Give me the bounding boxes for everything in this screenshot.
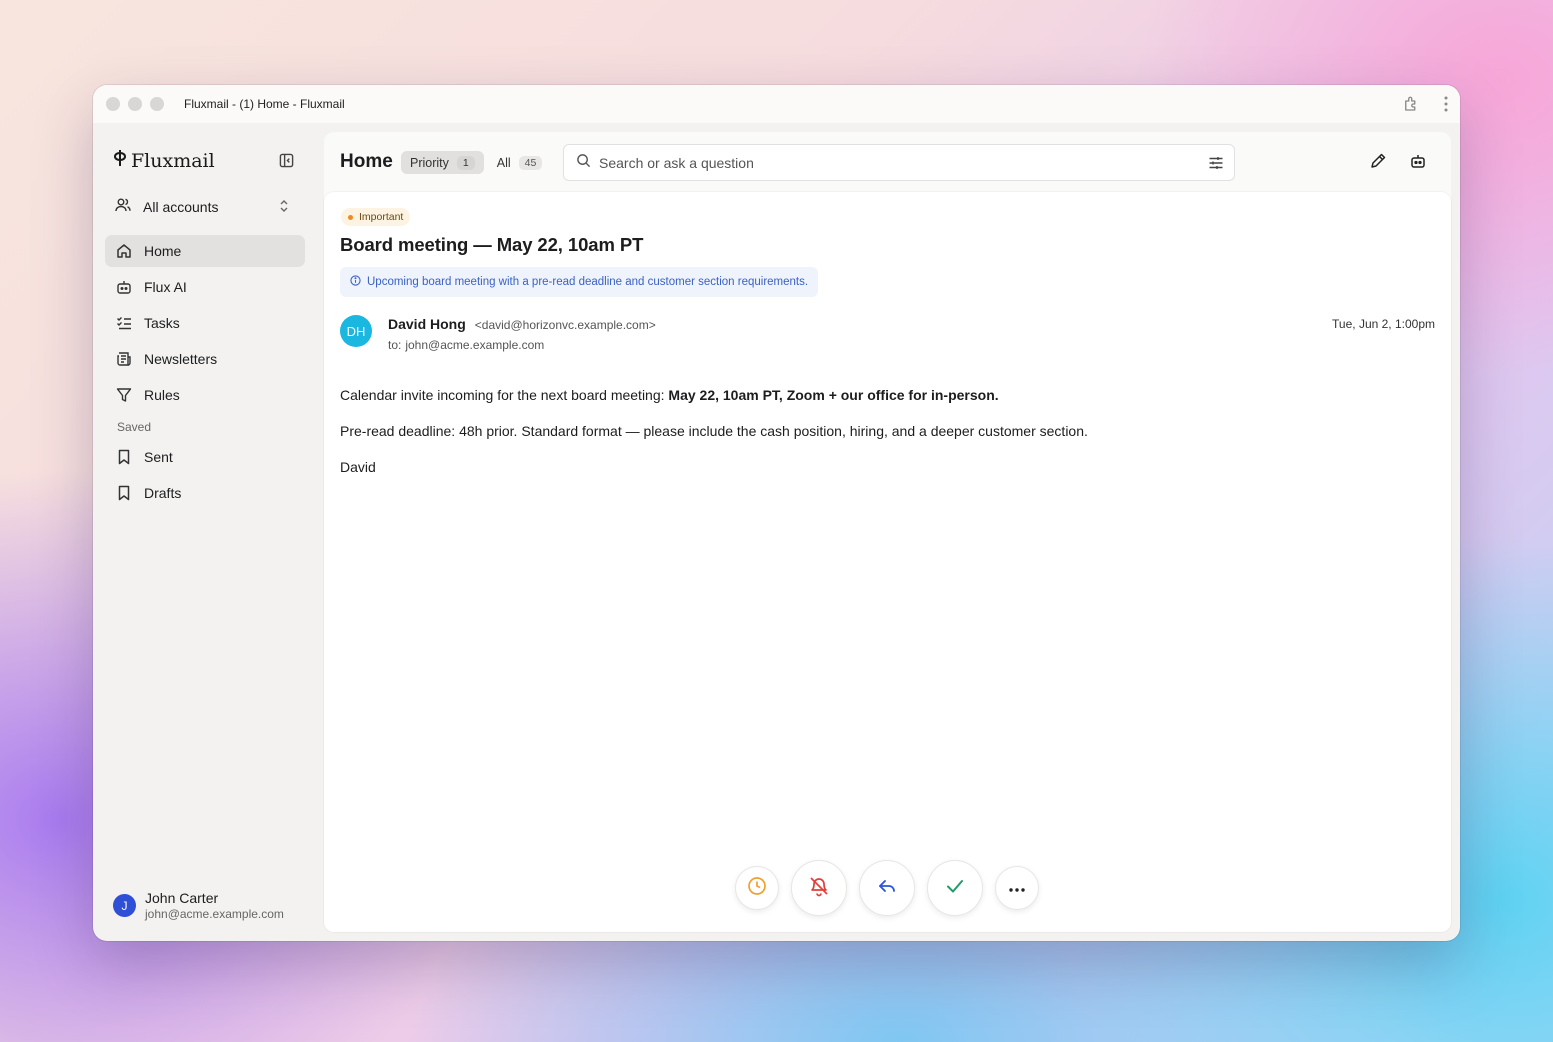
- body-text: Calendar invite incoming for the next bo…: [340, 387, 669, 403]
- mark-done-button[interactable]: [927, 860, 983, 916]
- sidebar-item-tasks[interactable]: Tasks: [105, 307, 305, 339]
- tab-priority[interactable]: Priority 1: [401, 151, 484, 174]
- action-bar: [735, 860, 1039, 916]
- body-bold-text: May 22, 10am PT, Zoom + our office for i…: [668, 387, 999, 403]
- sidebar-item-flux-ai[interactable]: Flux AI: [105, 271, 305, 303]
- more-actions-button[interactable]: [995, 866, 1039, 910]
- reply-button[interactable]: [859, 860, 915, 916]
- bookmark-icon: [116, 485, 132, 501]
- robot-icon: [116, 279, 132, 295]
- badge-label: Important: [359, 211, 404, 223]
- signature: David: [340, 459, 376, 475]
- snooze-button[interactable]: [735, 866, 779, 910]
- filter-icon: [116, 387, 132, 403]
- brand-mark-icon: [113, 149, 127, 172]
- sidebar-item-label: Rules: [144, 387, 180, 403]
- sidebar-item-label: Home: [144, 243, 182, 259]
- status-dot: [348, 214, 353, 220]
- users-icon: [115, 197, 131, 218]
- ellipsis-icon: [1009, 879, 1025, 897]
- sidebar-nav: Home Flux AI Tasks Newsletters Rules Sav…: [105, 235, 305, 513]
- page-title: Home: [340, 151, 393, 172]
- clock-icon: [747, 876, 767, 901]
- important-badge: Important: [341, 208, 411, 226]
- title-bar: Fluxmail - (1) Home - Fluxmail: [93, 85, 1460, 123]
- collapse-sidebar-icon[interactable]: [279, 153, 294, 173]
- assistant-robot-icon[interactable]: [1409, 152, 1427, 175]
- user-profile[interactable]: J John Carter john@acme.example.com: [113, 890, 284, 921]
- sender-name[interactable]: David Hong: [388, 316, 466, 332]
- filter-sliders-icon[interactable]: [1208, 155, 1224, 176]
- sidebar-item-label: Tasks: [144, 315, 180, 331]
- main-header: Home Priority 1 All 45: [324, 132, 1451, 192]
- check-icon: [944, 875, 966, 902]
- extension-icon[interactable]: [1402, 95, 1420, 113]
- avatar: J: [113, 894, 136, 917]
- accounts-label: All accounts: [143, 199, 219, 215]
- recipient-line: to: john@acme.example.com: [388, 338, 544, 352]
- bell-off-icon: [808, 875, 830, 902]
- window-controls: [106, 97, 164, 111]
- ai-summary: Upcoming board meeting with a pre-read d…: [340, 267, 819, 297]
- sidebar-item-label: Flux AI: [144, 279, 187, 295]
- sidebar-item-newsletters[interactable]: Newsletters: [105, 343, 305, 375]
- to-label: to:: [388, 338, 402, 352]
- reply-arrow-icon: [877, 876, 897, 901]
- compose-icon[interactable]: [1369, 152, 1387, 175]
- body-paragraph: Calendar invite incoming for the next bo…: [340, 387, 1088, 404]
- chevron-up-down-icon: [279, 199, 289, 218]
- tab-label: All: [496, 155, 511, 170]
- maximize-window-button[interactable]: [150, 97, 164, 111]
- tab-count: 45: [518, 155, 543, 170]
- body-paragraph: Pre-read deadline: 48h prior. Standard f…: [340, 423, 1088, 439]
- sender-email: <david@horizonvc.example.com>: [474, 318, 656, 332]
- minimize-window-button[interactable]: [128, 97, 142, 111]
- more-menu-icon[interactable]: [1444, 96, 1448, 112]
- search-input[interactable]: [599, 154, 1159, 171]
- saved-section-label: Saved: [117, 420, 152, 434]
- home-icon: [116, 243, 132, 259]
- app-window: Fluxmail - (1) Home - Fluxmail Fluxmail …: [93, 85, 1460, 941]
- main-panel: Home Priority 1 All 45 Search or ask a q…: [324, 132, 1451, 932]
- sidebar: Fluxmail All accounts Home Flux AI Tasks…: [93, 123, 319, 941]
- newspaper-icon: [116, 351, 132, 367]
- sidebar-item-label: Sent: [144, 449, 173, 465]
- sender-avatar: DH: [340, 315, 372, 347]
- summary-text: Upcoming board meeting with a pre-read d…: [367, 276, 809, 288]
- email-date: Tue, Jun 2, 1:00pm: [1332, 317, 1435, 331]
- brand-logo[interactable]: Fluxmail: [113, 149, 215, 172]
- window-title: Fluxmail - (1) Home - Fluxmail: [184, 97, 345, 111]
- sidebar-item-label: Newsletters: [144, 351, 218, 367]
- mute-button[interactable]: [791, 860, 847, 916]
- sidebar-item-label: Drafts: [144, 485, 182, 501]
- tasks-icon: [116, 315, 132, 331]
- brand-name: Fluxmail: [131, 149, 215, 172]
- email-view: Important Board meeting — May 22, 10am P…: [324, 192, 1451, 932]
- tab-label: Priority: [410, 155, 449, 170]
- sidebar-item-drafts[interactable]: Drafts: [105, 477, 305, 509]
- sender-info: David Hong <david@horizonvc.example.com>: [388, 316, 656, 332]
- search-icon: [576, 153, 591, 173]
- email-subject: Board meeting — May 22, 10am PT: [340, 234, 644, 255]
- sidebar-item-rules[interactable]: Rules: [105, 379, 305, 411]
- search-bar: [563, 144, 1235, 181]
- info-icon: [350, 275, 361, 289]
- tab-count: 1: [456, 155, 475, 170]
- tab-all[interactable]: All 45: [488, 151, 552, 174]
- account-switcher[interactable]: All accounts: [115, 195, 299, 219]
- user-email: john@acme.example.com: [145, 907, 284, 921]
- close-window-button[interactable]: [106, 97, 120, 111]
- email-body: Calendar invite incoming for the next bo…: [340, 387, 1088, 495]
- user-name: John Carter: [145, 890, 219, 906]
- recipient-email: john@acme.example.com: [405, 338, 545, 352]
- bookmark-icon: [116, 449, 132, 465]
- view-tabs: Priority 1 All 45: [401, 151, 551, 174]
- sidebar-item-sent[interactable]: Sent: [105, 441, 305, 473]
- sidebar-item-home[interactable]: Home: [105, 235, 305, 267]
